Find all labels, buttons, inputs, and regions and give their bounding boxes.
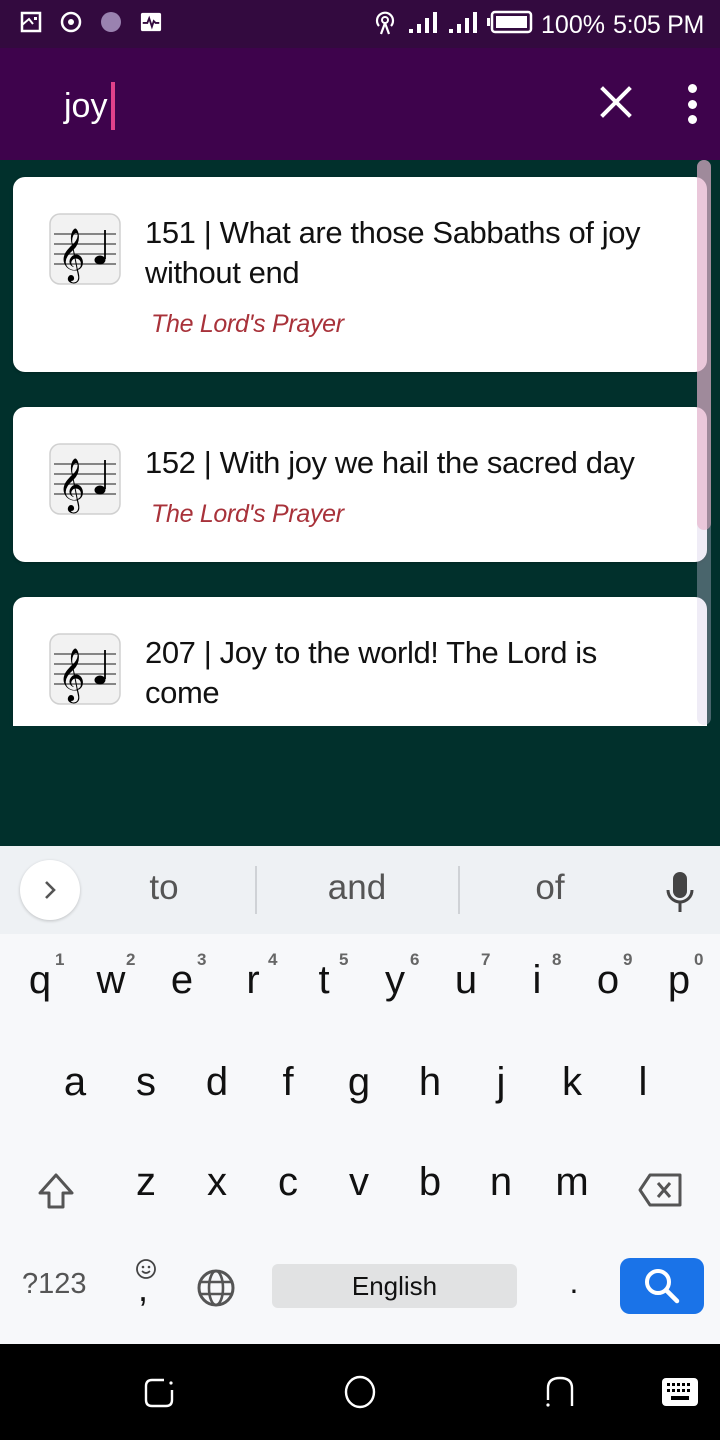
signal-icon [447, 10, 479, 41]
scrollbar-thumb[interactable] [697, 160, 711, 530]
keyboard-switch-icon[interactable] [660, 1374, 700, 1410]
clock: 5:05 PM [612, 11, 704, 39]
globe-icon [197, 1269, 235, 1307]
app-bar: joy [0, 48, 720, 160]
key-a[interactable]: a [45, 1060, 105, 1105]
close-icon [600, 86, 632, 118]
suggestion[interactable]: to [94, 868, 234, 908]
suggestion-strip: to and of [0, 846, 720, 934]
key-v[interactable]: v [329, 1160, 389, 1205]
key-hint: 0 [694, 950, 704, 969]
result-title: 207 | Joy to the world! The Lord is come [145, 635, 597, 710]
suggestion-divider [458, 866, 460, 914]
back-icon[interactable] [542, 1374, 578, 1410]
battery-percent: 100% [541, 11, 605, 39]
search-key[interactable] [620, 1258, 704, 1314]
soft-keyboard: to and of q1w2e3r4t5y6u7i8o9p0 asdfghjkl… [0, 846, 720, 1344]
search-query: joy [64, 86, 108, 125]
chevron-right-icon [45, 881, 56, 899]
key-hint: 8 [552, 950, 562, 969]
music-note-icon: 𝄞 [49, 633, 121, 705]
svg-text:𝄞: 𝄞 [58, 227, 85, 283]
key-hint: 2 [126, 950, 136, 969]
battery-icon [487, 10, 533, 41]
result-subtitle: The Lord's Prayer [151, 310, 344, 338]
comma-label: , [138, 1268, 149, 1309]
period-key[interactable]: . [562, 1264, 586, 1301]
result-title: 151 | What are those Sabbaths of joy wit… [145, 215, 641, 290]
key-k[interactable]: k [542, 1060, 602, 1105]
symbols-key[interactable]: ?123 [22, 1268, 87, 1301]
activity-icon [140, 11, 162, 33]
shift-key[interactable] [36, 1172, 76, 1215]
key-l[interactable]: l [613, 1060, 673, 1105]
key-s[interactable]: s [116, 1060, 176, 1105]
hotspot-icon [371, 8, 399, 43]
key-hint: 6 [410, 950, 420, 969]
key-j[interactable]: j [471, 1060, 531, 1105]
more-options-button[interactable] [678, 84, 706, 124]
space-key[interactable]: English [272, 1264, 517, 1308]
more-vert-icon [687, 84, 697, 93]
key-hint: 3 [197, 950, 207, 969]
key-b[interactable]: b [400, 1160, 460, 1205]
music-note-icon: 𝄞 [49, 213, 121, 285]
home-icon[interactable] [342, 1374, 378, 1410]
recents-icon[interactable] [142, 1374, 178, 1410]
key-n[interactable]: n [471, 1160, 531, 1205]
key-hint: 5 [339, 950, 349, 969]
result-item[interactable]: 𝄞 151 | What are those Sabbaths of joy w… [13, 177, 707, 372]
key-hint: 1 [55, 950, 65, 969]
backspace-icon [638, 1173, 682, 1207]
music-note-icon: 𝄞 [49, 443, 121, 515]
key-z[interactable]: z [116, 1160, 176, 1205]
search-icon [645, 1269, 680, 1304]
screen: 100% 5:05 PM joy 𝄞 151 | What are those … [0, 0, 720, 1440]
result-subtitle: The Lord's Prayer [151, 500, 344, 528]
suggestion[interactable]: of [480, 868, 620, 908]
microphone-icon[interactable] [664, 870, 696, 914]
signal-icon [407, 10, 439, 41]
svg-text:𝄞: 𝄞 [58, 647, 85, 703]
comma-key[interactable]: , [130, 1258, 160, 1309]
key-c[interactable]: c [258, 1160, 318, 1205]
screenshot-icon [20, 11, 42, 33]
text-cursor [111, 82, 116, 130]
backspace-key[interactable] [638, 1172, 684, 1213]
result-title: 152 | With joy we hail the sacred day [145, 445, 635, 480]
clear-search-button[interactable] [596, 82, 636, 122]
key-h[interactable]: h [400, 1060, 460, 1105]
suggestion-divider [255, 866, 257, 914]
result-item[interactable]: 𝄞 152 | With joy we hail the sacred day … [13, 407, 707, 562]
expand-toolbar-button[interactable] [20, 860, 80, 920]
key-d[interactable]: d [187, 1060, 247, 1105]
key-hint: 7 [481, 950, 491, 969]
record-icon [60, 11, 82, 33]
status-bar: 100% 5:05 PM [0, 0, 720, 48]
key-hint: 4 [268, 950, 278, 969]
key-f[interactable]: f [258, 1060, 318, 1105]
key-g[interactable]: g [329, 1060, 389, 1105]
key-x[interactable]: x [187, 1160, 247, 1205]
navigation-bar [0, 1344, 720, 1440]
result-item[interactable]: 𝄞 207 | Joy to the world! The Lord is co… [13, 597, 707, 726]
key-m[interactable]: m [542, 1160, 602, 1205]
search-input[interactable]: joy [64, 82, 116, 130]
suggestion[interactable]: and [287, 868, 427, 908]
results-list: 𝄞 151 | What are those Sabbaths of joy w… [0, 160, 720, 726]
shift-icon [38, 1173, 74, 1209]
key-hint: 9 [623, 950, 633, 969]
svg-text:𝄞: 𝄞 [58, 457, 85, 513]
app-circle-icon [100, 11, 122, 33]
language-key[interactable] [196, 1268, 236, 1313]
